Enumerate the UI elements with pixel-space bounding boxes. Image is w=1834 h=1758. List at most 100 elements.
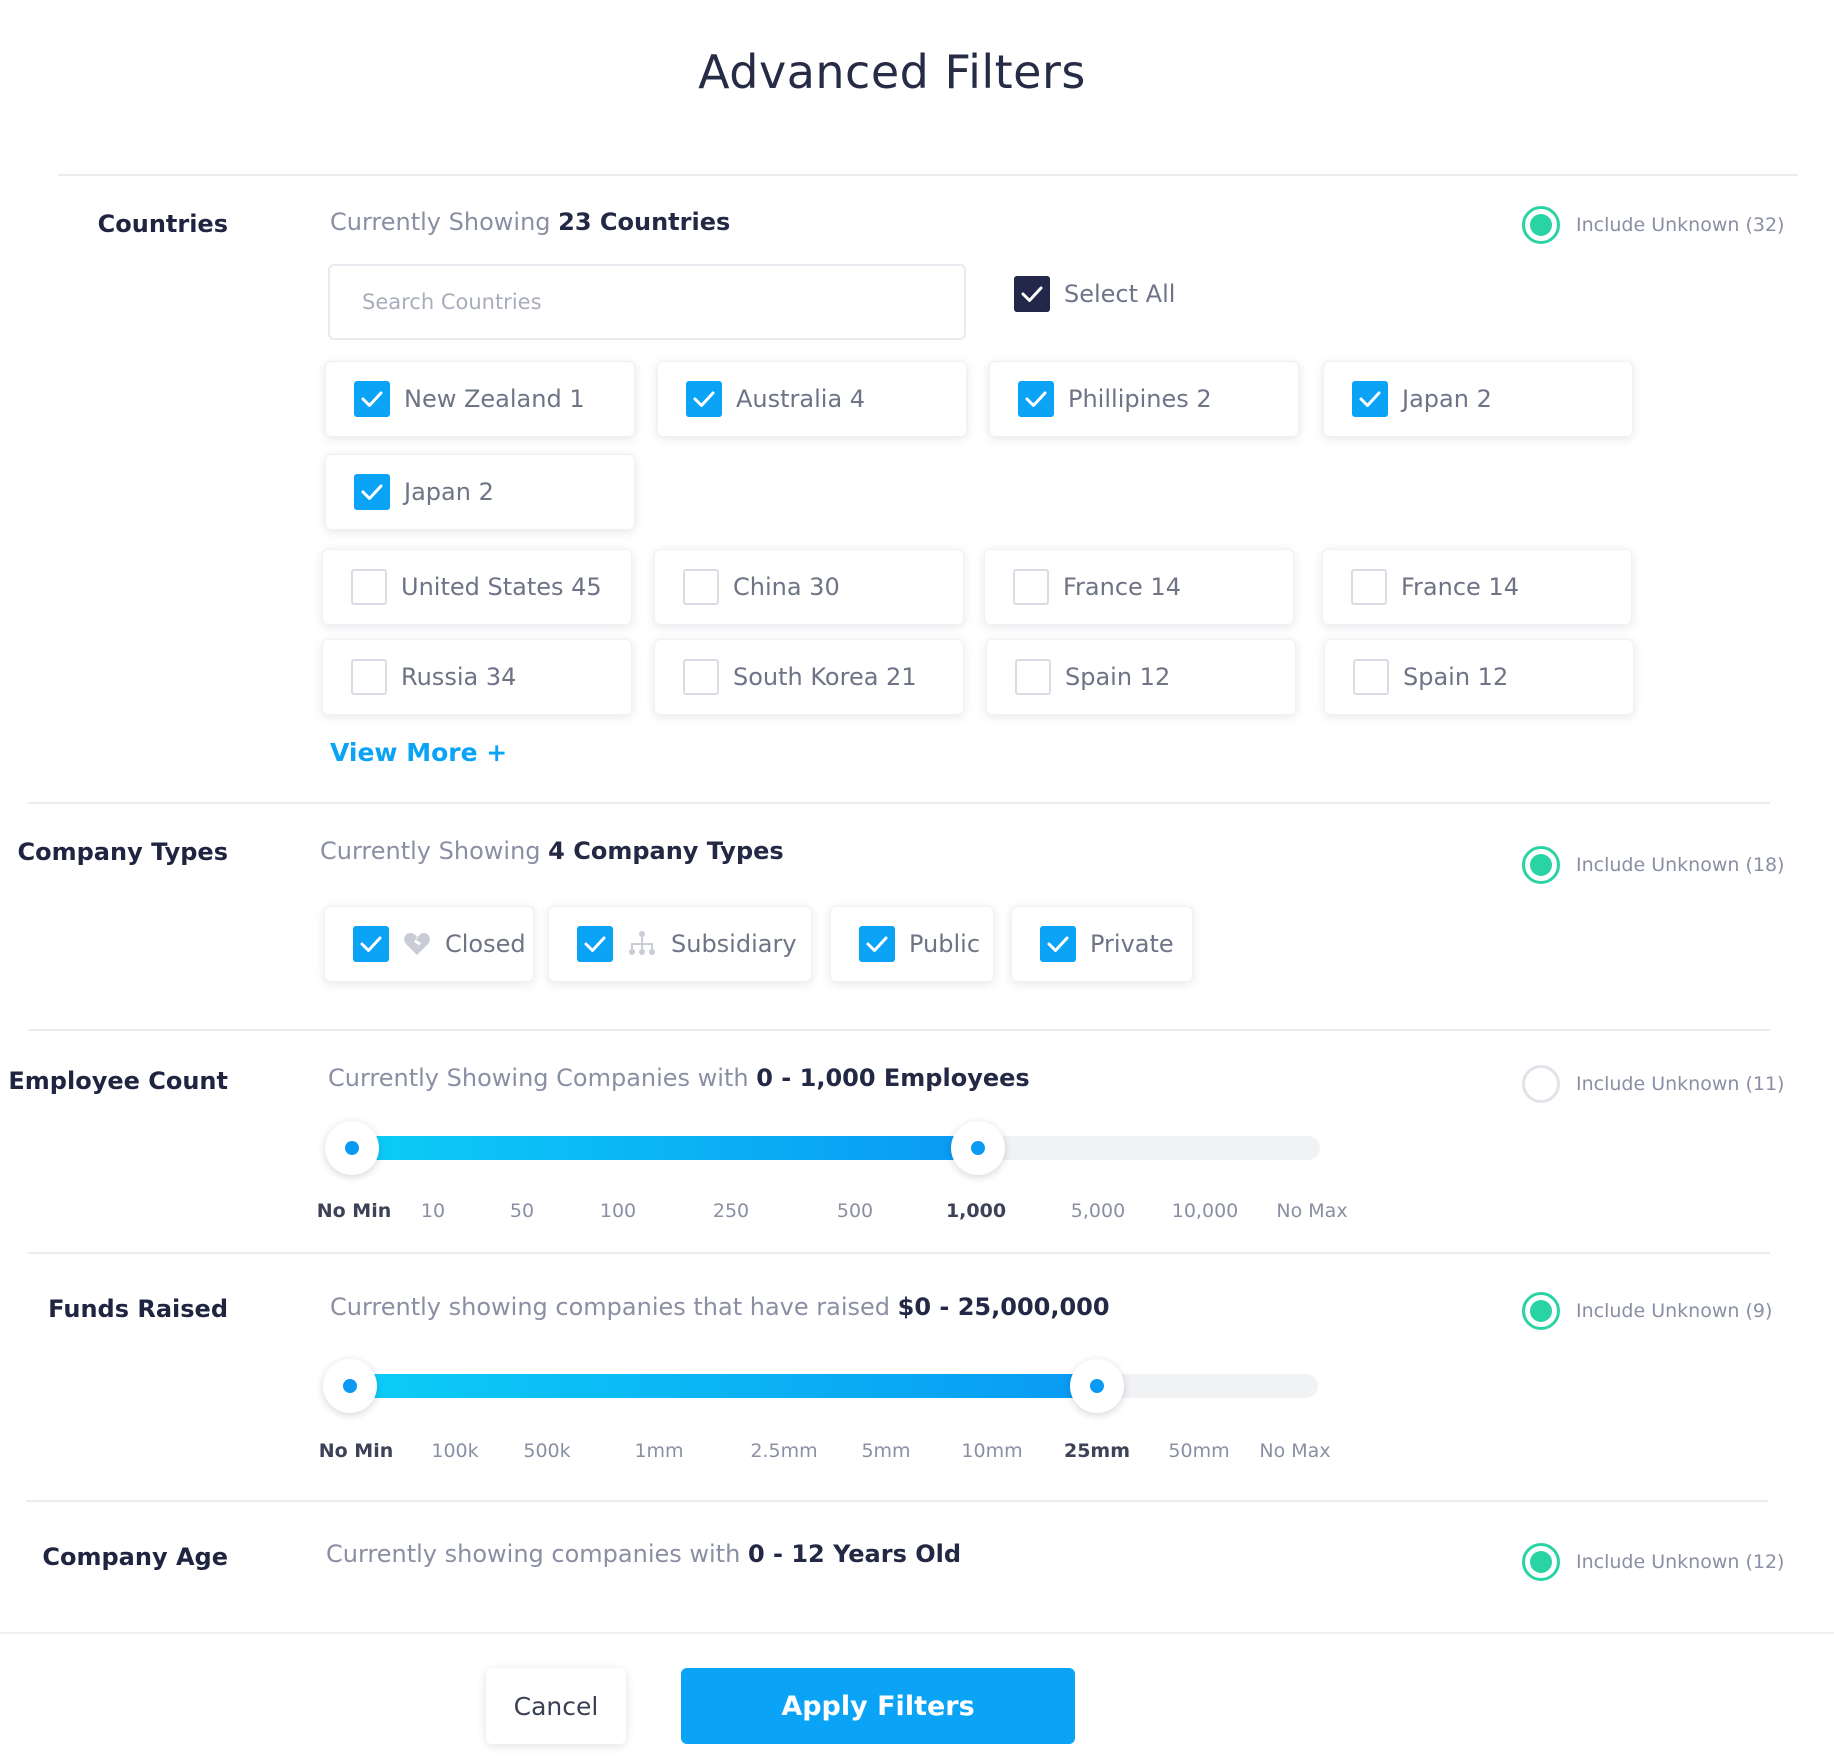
checkbox-unchecked-icon[interactable] [1013,569,1049,605]
slider-max-handle[interactable] [951,1121,1005,1175]
select-all-checkbox[interactable]: Select All [1014,276,1175,312]
org-chart-icon [627,930,657,958]
radio-button[interactable] [1522,1543,1560,1581]
slider-tick-label[interactable]: 5mm [861,1440,910,1462]
slider-tick-label[interactable]: 2.5mm [750,1440,817,1462]
country-chip[interactable]: Japan 2 [1323,361,1633,437]
slider-tick-label[interactable]: 500k [523,1440,570,1462]
slider-tick-label[interactable]: 1,000 [946,1200,1006,1222]
slider-tick-label[interactable]: 1mm [634,1440,683,1462]
radio-button[interactable] [1522,1292,1560,1330]
slider-tick-label[interactable]: 50mm [1168,1440,1229,1462]
checkbox-checked-icon[interactable] [354,474,390,510]
country-chip[interactable]: United States 45 [322,549,632,625]
checkbox-checked-icon[interactable] [1040,926,1076,962]
view-more-link[interactable]: View More + [330,738,507,767]
checkbox-unchecked-icon[interactable] [1353,659,1389,695]
chip-label: Spain 12 [1065,663,1171,691]
company-type-chip[interactable]: Private [1011,906,1193,982]
chip-label: Japan 2 [404,478,494,506]
showing-value: 4 Company Types [548,837,784,865]
section-label-funds-raised: Funds Raised [48,1295,228,1323]
checkbox-unchecked-icon[interactable] [683,659,719,695]
country-chip[interactable]: Spain 12 [986,639,1296,715]
checkbox-checked-icon[interactable] [1352,381,1388,417]
checkbox-checked-icon[interactable] [577,926,613,962]
slider-tick-label[interactable]: 10,000 [1172,1200,1238,1222]
country-chip[interactable]: France 14 [984,549,1294,625]
slider-tick-label[interactable]: 10 [421,1200,445,1222]
country-chip[interactable]: France 14 [1322,549,1632,625]
slider-tick-label[interactable]: 5,000 [1071,1200,1125,1222]
country-chip[interactable]: New Zealand 1 [325,361,635,437]
slider-range-fill [352,1136,978,1160]
country-chip[interactable]: Japan 2 [325,454,635,530]
checkbox-checked-icon[interactable] [859,926,895,962]
slider-tick-label[interactable]: No Max [1259,1440,1330,1462]
slider-tick-label[interactable]: 25mm [1064,1440,1130,1462]
cancel-button[interactable]: Cancel [486,1668,626,1744]
chip-label: Closed [445,930,526,958]
showing-prefix: Currently showing companies that have ra… [330,1293,891,1321]
company-type-chip[interactable]: Closed [324,906,534,982]
slider-tick-label[interactable]: 500 [837,1200,873,1222]
checkbox-checked-icon[interactable] [1018,381,1054,417]
divider [26,1500,1768,1502]
company-age-showing-text: Currently showing companies with 0 - 12 … [326,1540,961,1568]
checkbox-unchecked-icon[interactable] [351,659,387,695]
slider-range-fill [350,1374,1097,1398]
showing-prefix: Currently Showing [320,837,541,865]
country-chip[interactable]: Australia 4 [657,361,967,437]
slider-tick-label[interactable]: 100k [431,1440,478,1462]
slider-tick-label[interactable]: No Min [317,1200,392,1222]
country-chip[interactable]: South Korea 21 [654,639,964,715]
checkbox-unchecked-icon[interactable] [351,569,387,605]
slider-tick-label[interactable]: 250 [713,1200,749,1222]
checkbox-checked-icon[interactable] [1014,276,1050,312]
chip-label: United States 45 [401,573,602,601]
company-type-chip[interactable]: Public [830,906,994,982]
chip-label: Public [909,930,981,958]
slider-tick-label[interactable]: 10mm [961,1440,1022,1462]
heart-broken-icon [403,931,431,957]
country-chip[interactable]: Phillipines 2 [989,361,1299,437]
include-unknown-label: Include Unknown (12) [1576,1551,1785,1573]
showing-prefix: Currently Showing Companies with [328,1064,749,1092]
slider-tick-label[interactable]: 50 [510,1200,534,1222]
company-types-include-unknown[interactable]: Include Unknown (18) [1522,846,1784,884]
country-chip[interactable]: Russia 34 [322,639,632,715]
slider-max-handle[interactable] [1070,1359,1124,1413]
select-all-label: Select All [1064,280,1176,308]
chip-label: New Zealand 1 [404,385,585,413]
country-chip[interactable]: China 30 [654,549,964,625]
funds-raised-include-unknown[interactable]: Include Unknown (9) [1522,1292,1772,1330]
employee-count-include-unknown[interactable]: Include Unknown (11) [1522,1065,1784,1103]
checkbox-checked-icon[interactable] [686,381,722,417]
apply-filters-button[interactable]: Apply Filters [681,1668,1075,1744]
company-type-chip[interactable]: Subsidiary [548,906,812,982]
radio-button[interactable] [1522,206,1560,244]
chip-label: Private [1090,930,1174,958]
slider-min-handle[interactable] [325,1121,379,1175]
radio-button[interactable] [1522,1065,1560,1103]
country-chip[interactable]: Spain 12 [1324,639,1634,715]
section-label-countries: Countries [97,210,228,238]
slider-tick-label[interactable]: 100 [600,1200,636,1222]
countries-showing-text: Currently Showing 23 Countries [330,208,730,236]
search-countries-input[interactable] [328,264,966,340]
checkbox-checked-icon[interactable] [353,926,389,962]
chip-label: Russia 34 [401,663,517,691]
slider-tick-label[interactable]: No Max [1276,1200,1347,1222]
slider-min-handle[interactable] [323,1359,377,1413]
radio-button[interactable] [1522,846,1560,884]
include-unknown-label: Include Unknown (11) [1576,1073,1785,1095]
company-age-include-unknown[interactable]: Include Unknown (12) [1522,1543,1784,1581]
checkbox-unchecked-icon[interactable] [1351,569,1387,605]
showing-value: 23 Countries [558,208,731,236]
countries-include-unknown[interactable]: Include Unknown (32) [1522,206,1784,244]
slider-tick-label[interactable]: No Min [319,1440,394,1462]
checkbox-checked-icon[interactable] [354,381,390,417]
checkbox-unchecked-icon[interactable] [683,569,719,605]
checkbox-unchecked-icon[interactable] [1015,659,1051,695]
section-label-employee-count: Employee Count [8,1067,228,1095]
